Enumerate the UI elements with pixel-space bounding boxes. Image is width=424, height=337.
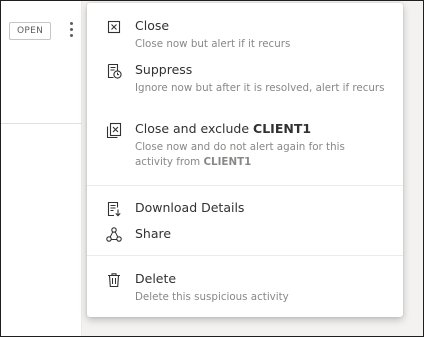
menu-separator (87, 185, 403, 186)
document-clock-icon (105, 62, 123, 80)
entity-name: CLIENT1 (203, 156, 252, 168)
window: OPEN Close Close now but alert if it rec… (0, 0, 424, 337)
menu-item-description: Close now but alert if it recurs (135, 38, 291, 50)
actions-menu: Close Close now but alert if it recurs S… (87, 3, 403, 317)
left-column-border (81, 1, 82, 336)
status-badge: OPEN (9, 22, 52, 40)
close-exclude-icon (105, 121, 123, 139)
more-options-icon[interactable] (64, 18, 78, 40)
close-box-icon (105, 18, 123, 36)
trash-icon (105, 271, 123, 289)
entity-name: CLIENT1 (253, 121, 312, 136)
share-nodes-icon (105, 226, 123, 244)
menu-item-close-exclude[interactable]: Close and exclude CLIENT1 Close now and … (105, 120, 385, 174)
download-document-icon (105, 200, 123, 218)
menu-item-title: Download Details (135, 200, 245, 215)
menu-item-download-details[interactable]: Download Details (105, 199, 385, 219)
menu-item-title: Close (135, 18, 170, 33)
menu-item-description: Ignore now but after it is resolved, ale… (135, 82, 385, 94)
menu-item-description: Close now and do not alert again for thi… (135, 141, 345, 168)
menu-separator (87, 255, 403, 256)
menu-item-title: Close and exclude CLIENT1 (135, 121, 312, 136)
menu-item-description: Delete this suspicious activity (135, 291, 289, 303)
menu-item-title: Suppress (135, 62, 193, 77)
menu-item-close[interactable]: Close Close now but alert if it recurs (105, 17, 385, 57)
menu-item-share[interactable]: Share (105, 225, 385, 245)
menu-item-title: Delete (135, 271, 177, 286)
menu-item-suppress[interactable]: Suppress Ignore now but after it is reso… (105, 61, 385, 115)
left-column-divider (1, 123, 82, 124)
menu-item-delete[interactable]: Delete Delete this suspicious activity (105, 270, 385, 308)
menu-item-title: Share (135, 226, 172, 241)
